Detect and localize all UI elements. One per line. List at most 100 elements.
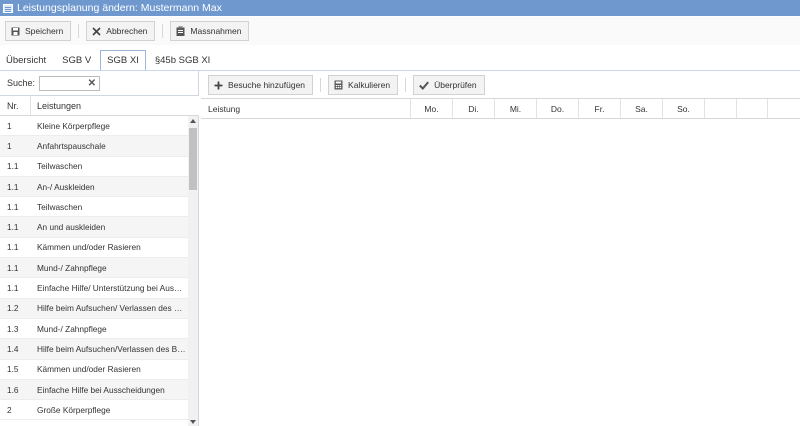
- calculator-icon: [334, 80, 343, 90]
- table-row[interactable]: 1 Kleine Körperpflege: [0, 116, 188, 137]
- save-label: Speichern: [25, 26, 64, 36]
- tab-strip: Übersicht SGB V SGB XI §45b SGB XI: [0, 49, 216, 71]
- table-row[interactable]: 1 Anfahrtspauschale: [0, 136, 188, 157]
- table-row[interactable]: 2 Große Körperpflege: [0, 400, 188, 421]
- column-header-extra-2: [737, 99, 768, 118]
- title-bar: Leistungsplanung ändern: Mustermann Max: [0, 0, 800, 16]
- measures-label: Massnahmen: [190, 26, 242, 36]
- search-input[interactable]: [40, 76, 89, 90]
- column-header-extra-1: [705, 99, 737, 118]
- cancel-button[interactable]: Abbrechen: [86, 21, 156, 41]
- scroll-down-icon[interactable]: [190, 420, 196, 424]
- services-grid: Nr. Leistungen 1 Kleine Körperpflege 1 Anf…: [0, 95, 199, 426]
- close-icon: [92, 26, 101, 36]
- clipboard-icon: [176, 26, 185, 36]
- tab-overview[interactable]: Übersicht: [0, 49, 52, 71]
- add-visits-label: Besuche hinzufügen: [228, 80, 306, 90]
- services-grid-body: 1 Kleine Körperpflege 1 Anfahrtspauschale …: [0, 116, 188, 426]
- row-nr: 1.3: [7, 323, 19, 334]
- column-header-nr[interactable]: Nr.: [0, 96, 31, 115]
- column-header-sunday[interactable]: So.: [663, 99, 705, 118]
- row-nr: 1.1: [7, 262, 19, 273]
- plan-grid-header: Leistung Mo. Di. Mi. Do. Fr. Sa. So.: [201, 98, 800, 119]
- row-nr: 1: [7, 140, 12, 151]
- toolbar-separator: [162, 24, 164, 38]
- column-header-monday[interactable]: Mo.: [411, 99, 453, 118]
- row-service: Kämmen und/oder Rasieren: [37, 364, 141, 375]
- column-header-saturday[interactable]: Sa.: [621, 99, 663, 118]
- column-header-wednesday[interactable]: Mi.: [495, 99, 537, 118]
- table-row[interactable]: 1.3 Mund-/ Zahnpflege: [0, 319, 188, 340]
- row-nr: 1.2: [7, 303, 19, 314]
- toolbar-separator: [78, 24, 80, 38]
- services-panel: Suche: ✕ Nr. Leistungen 1 Kleine Körperpf…: [0, 71, 199, 426]
- window-icon: [3, 3, 13, 13]
- row-service: Mund-/ Zahnpflege: [37, 323, 107, 334]
- add-visits-button[interactable]: Besuche hinzufügen: [208, 75, 314, 95]
- column-header-service[interactable]: Leistung: [201, 99, 411, 118]
- row-service: Teilwaschen: [37, 161, 83, 172]
- scroll-up-icon[interactable]: [190, 119, 196, 123]
- services-grid-header: Nr. Leistungen: [0, 96, 199, 116]
- row-nr: 2: [7, 404, 12, 415]
- table-row[interactable]: 1.1 Teilwaschen: [0, 197, 188, 218]
- row-service: Hilfe beim Aufsuchen/Verlassen des Bette…: [37, 343, 186, 354]
- row-nr: 1.6: [7, 384, 19, 395]
- row-service: Teilwaschen: [37, 201, 83, 212]
- row-service: Einfache Hilfe/ Unterstützung bei Aussch…: [37, 283, 186, 294]
- row-service: Große Körperpflege: [37, 404, 111, 415]
- row-service: Kleine Körperpflege: [37, 120, 110, 131]
- table-row[interactable]: 1.2 Hilfe beim Aufsuchen/ Verlassen des B…: [0, 298, 188, 319]
- tab-45b-sgb-xi[interactable]: §45b SGB XI: [149, 49, 216, 71]
- window-title: Leistungsplanung ändern: Mustermann Max: [17, 2, 222, 14]
- table-row[interactable]: 1.5 Kämmen und/oder Rasieren: [0, 360, 188, 380]
- scrollbar-thumb[interactable]: [189, 128, 197, 190]
- row-nr: 1.1: [7, 161, 19, 172]
- column-header-friday[interactable]: Fr.: [579, 99, 621, 118]
- search-label: Suche:: [7, 78, 36, 88]
- main-toolbar: Speichern Abbrechen Massnahmen: [0, 17, 800, 45]
- search-bar: Suche: ✕: [0, 71, 199, 95]
- clear-icon[interactable]: ✕: [88, 78, 96, 90]
- plan-toolbar: Besuche hinzufügen Kalkulieren Überprüfe…: [201, 72, 800, 98]
- column-header-tuesday[interactable]: Di.: [453, 99, 495, 118]
- measures-button[interactable]: Massnahmen: [170, 21, 250, 41]
- table-row[interactable]: 1.1 Einfache Hilfe/ Unterstützung bei Aus…: [0, 278, 188, 299]
- check-button[interactable]: Überprüfen: [413, 75, 485, 95]
- tab-sgb-v[interactable]: SGB V: [56, 49, 97, 71]
- row-service: Mund-/ Zahnpflege: [37, 262, 107, 273]
- column-header-services[interactable]: Leistungen: [31, 101, 81, 111]
- table-row[interactable]: 1.1 An-/ Auskleiden: [0, 176, 188, 198]
- search-box: ✕: [39, 75, 101, 91]
- row-service: Hilfe beim Aufsuchen/ Verlassen des Bett…: [37, 303, 186, 314]
- row-nr: 1.1: [7, 222, 19, 233]
- table-row[interactable]: 1.4 Hilfe beim Aufsuchen/Verlassen des Be…: [0, 339, 188, 360]
- toolbar-separator: [405, 78, 407, 92]
- vertical-scrollbar[interactable]: [188, 116, 198, 426]
- row-service: Einfache Hilfe bei Ausscheidungen: [37, 384, 165, 395]
- row-nr: 1.4: [7, 343, 19, 354]
- column-header-thursday[interactable]: Do.: [537, 99, 579, 118]
- row-service: An-/ Auskleiden: [37, 181, 95, 192]
- toolbar-separator: [320, 78, 322, 92]
- table-row[interactable]: 1.6 Einfache Hilfe bei Ausscheidungen: [0, 379, 188, 401]
- table-row[interactable]: 1.1 Mund-/ Zahnpflege: [0, 258, 188, 279]
- save-button[interactable]: Speichern: [5, 21, 72, 41]
- row-nr: 1.1: [7, 242, 19, 253]
- floppy-disk-icon: [11, 27, 20, 35]
- calculate-label: Kalkulieren: [348, 80, 391, 90]
- tab-sgb-xi[interactable]: SGB XI: [100, 50, 146, 71]
- row-nr: 1.1: [7, 283, 19, 294]
- checkmark-icon: [419, 81, 430, 90]
- table-row[interactable]: 1.1 Kämmen und/oder Rasieren: [0, 238, 188, 259]
- row-nr: 1.1: [7, 181, 19, 192]
- table-row[interactable]: 1.1 Teilwaschen: [0, 157, 188, 177]
- calculate-button[interactable]: Kalkulieren: [328, 75, 399, 95]
- row-nr: 1: [7, 120, 12, 131]
- row-service: Anfahrtspauschale: [37, 140, 106, 151]
- check-label: Überprüfen: [434, 80, 477, 90]
- plus-icon: [214, 81, 223, 89]
- table-row[interactable]: 1.1 An und auskleiden: [0, 217, 188, 238]
- cancel-label: Abbrechen: [106, 26, 148, 36]
- row-service: An und auskleiden: [37, 222, 106, 233]
